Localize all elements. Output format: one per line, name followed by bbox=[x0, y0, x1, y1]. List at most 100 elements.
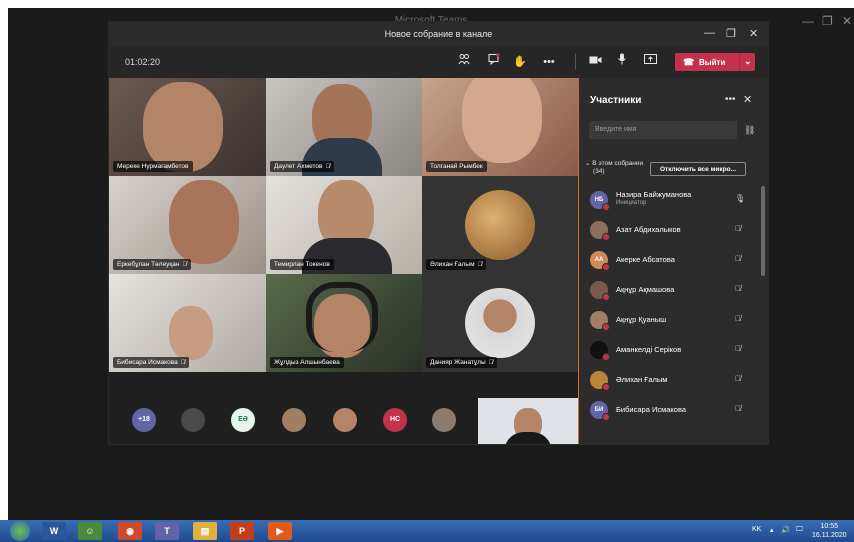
more-participants-badge[interactable]: +18 bbox=[132, 408, 156, 432]
status-dot bbox=[602, 383, 610, 391]
section-count: (34) bbox=[593, 168, 605, 175]
restore-icon[interactable]: ❐ bbox=[726, 27, 736, 40]
muted-mic-icon: 🎙̸ bbox=[735, 224, 741, 233]
tile-name: Даулет Ахметов 🎙̸ bbox=[270, 161, 334, 172]
share-screen-icon[interactable] bbox=[641, 53, 659, 71]
video-tile[interactable]: Мереке Нурмагамбетов bbox=[109, 78, 266, 176]
camera-icon[interactable] bbox=[586, 53, 604, 71]
video-tile[interactable]: Темирлан Токенов bbox=[266, 176, 422, 274]
participant-row[interactable]: Әлихан Ғалым 🎙̸ bbox=[579, 364, 759, 394]
muted-mic-icon: 🎙̸ bbox=[735, 314, 741, 323]
participant-row[interactable]: НБ Назира Байжуманова Инициатор 🎙 bbox=[579, 184, 759, 214]
participant-row[interactable]: АА Акерке Абсатова 🎙̸ bbox=[579, 244, 759, 274]
mute-all-button[interactable]: Отключить все микро... bbox=[650, 162, 746, 176]
app-icon[interactable]: ☺ bbox=[78, 522, 102, 540]
participant-video bbox=[169, 180, 239, 264]
leave-divider bbox=[739, 53, 740, 71]
meeting-title: Новое собрание в канале bbox=[384, 29, 493, 39]
volume-icon[interactable]: 🔊 bbox=[781, 526, 790, 534]
participant-list: НБ Назира Байжуманова Инициатор 🎙 Азат А… bbox=[579, 184, 759, 444]
strip-avatar[interactable] bbox=[333, 408, 357, 432]
network-icon[interactable]: 🖵 bbox=[796, 526, 803, 534]
outer-minimize-icon[interactable]: — bbox=[802, 14, 814, 28]
muted-mic-icon: 🎙̸ bbox=[180, 360, 186, 366]
participant-avatar bbox=[465, 190, 535, 260]
windows-taskbar: W ☺ ◉ T ▤ P ▶ KK ▴ 🔊 🖵 10:55 16.11.2020 bbox=[0, 520, 854, 542]
hang-up-icon: ☎ bbox=[683, 57, 695, 67]
participants-panel: Участники ••• ✕ Введите имя ⛓ ⌄ В этом с… bbox=[578, 78, 769, 444]
panel-scrollbar[interactable] bbox=[761, 186, 765, 276]
toolbar-divider bbox=[575, 54, 576, 70]
start-button[interactable] bbox=[10, 521, 30, 541]
strip-avatar[interactable] bbox=[282, 408, 306, 432]
panel-more-icon[interactable]: ••• bbox=[725, 94, 736, 105]
folder-icon[interactable]: ▤ bbox=[193, 522, 217, 540]
chrome-icon[interactable]: ◉ bbox=[118, 522, 142, 540]
leave-button[interactable]: ☎ Выйти ⌄ bbox=[675, 53, 755, 71]
close-icon[interactable]: ✕ bbox=[749, 27, 758, 40]
chat-icon[interactable] bbox=[485, 53, 503, 71]
status-dot bbox=[602, 203, 610, 211]
call-timer: 01:02:20 bbox=[125, 57, 161, 67]
chevron-down-icon[interactable]: ⌄ bbox=[744, 56, 752, 67]
section-header[interactable]: ⌄ В этом собрании (34) bbox=[585, 160, 643, 176]
teams-icon[interactable]: T bbox=[155, 522, 179, 540]
panel-close-icon[interactable]: ✕ bbox=[743, 93, 752, 106]
strip-avatar-initials[interactable]: ЕӘ bbox=[231, 408, 255, 432]
leave-label: Выйти bbox=[699, 58, 726, 67]
minimize-icon[interactable]: — bbox=[704, 27, 715, 39]
participant-row[interactable]: Ақнұр Ақмашова 🎙̸ bbox=[579, 274, 759, 304]
participant-avatar bbox=[465, 288, 535, 358]
video-tile[interactable]: Данияр Жанатұлы 🎙̸ bbox=[422, 274, 578, 372]
participant-video bbox=[169, 306, 213, 360]
desktop-screen: Microsoft Teams — ❐ ✕ Новое собрание в к… bbox=[8, 8, 854, 520]
panel-title: Участники bbox=[590, 95, 642, 106]
participant-name: Азат Абдихалыков bbox=[616, 225, 681, 234]
raise-hand-icon[interactable]: ✋ bbox=[511, 53, 529, 71]
outer-maximize-icon[interactable]: ❐ bbox=[822, 14, 833, 28]
participant-row[interactable]: Ақнұр Қуаныш 🎙̸ bbox=[579, 304, 759, 334]
video-tile[interactable]: Даулет Ахметов 🎙̸ bbox=[266, 78, 422, 176]
strip-avatar[interactable] bbox=[432, 408, 456, 432]
participants-icon[interactable] bbox=[455, 53, 473, 71]
participant-row[interactable]: Азат Абдихалыков 🎙̸ bbox=[579, 214, 759, 244]
self-view-video[interactable] bbox=[478, 398, 578, 444]
tile-name: Данияр Жанатұлы 🎙̸ bbox=[426, 357, 498, 368]
video-tile[interactable]: Әлихан Ғалым 🎙̸ bbox=[422, 176, 578, 274]
powerpoint-icon[interactable]: P bbox=[230, 522, 254, 540]
video-tile[interactable]: Жұлдыз Алшынбаева bbox=[266, 274, 422, 372]
participant-search-input[interactable]: Введите имя bbox=[589, 121, 737, 139]
participant-name: Назира Байжуманова bbox=[616, 190, 692, 199]
muted-mic-icon: 🎙̸ bbox=[735, 344, 741, 353]
media-player-icon[interactable]: ▶ bbox=[268, 522, 292, 540]
participant-strip: +18 ЕӘ НС bbox=[109, 398, 578, 444]
tile-name: Мереке Нурмагамбетов bbox=[113, 161, 193, 172]
self-view-shirt bbox=[504, 432, 552, 444]
video-tile[interactable]: Еркебұлан Төлеуқан 🎙̸ bbox=[109, 176, 266, 274]
video-tile[interactable]: Бибисара Исмакова 🎙̸ bbox=[109, 274, 266, 372]
participant-video bbox=[143, 82, 223, 172]
participant-row[interactable]: БИ Бибисара Исмакова 🎙̸ bbox=[579, 394, 759, 424]
clock[interactable]: 10:55 16.11.2020 bbox=[812, 522, 847, 540]
strip-avatar-initials[interactable]: НС bbox=[383, 408, 407, 432]
video-tile[interactable]: Толганай Рымбек bbox=[422, 78, 578, 176]
microphone-icon[interactable] bbox=[613, 53, 631, 71]
teams-meeting-window: Новое собрание в канале — ❐ ✕ 01:02:20 ✋… bbox=[109, 22, 769, 444]
tray-arrow-icon[interactable]: ▴ bbox=[770, 526, 774, 534]
language-indicator[interactable]: KK bbox=[752, 526, 761, 533]
outer-close-icon[interactable]: ✕ bbox=[842, 14, 852, 28]
tile-name: Темирлан Токенов bbox=[270, 259, 334, 270]
share-link-icon[interactable]: ⛓ bbox=[744, 125, 755, 136]
participant-row[interactable]: Аманкелді Серіков 🎙̸ bbox=[579, 334, 759, 364]
clock-date: 16.11.2020 bbox=[812, 532, 847, 539]
participant-name: Әлихан Ғалым bbox=[616, 375, 668, 384]
participant-name: Бибисара Исмакова bbox=[616, 405, 687, 414]
video-grid: Мереке Нурмагамбетов Даулет Ахметов 🎙̸ То… bbox=[109, 78, 578, 398]
strip-avatar[interactable] bbox=[181, 408, 205, 432]
participant-role: Инициатор bbox=[616, 200, 647, 206]
word-icon[interactable]: W bbox=[42, 522, 66, 540]
status-dot bbox=[602, 413, 610, 421]
more-actions-icon[interactable]: ••• bbox=[540, 53, 558, 71]
muted-mic-icon: 🎙̸ bbox=[477, 262, 483, 268]
tile-name: Еркебұлан Төлеуқан 🎙̸ bbox=[113, 259, 191, 270]
